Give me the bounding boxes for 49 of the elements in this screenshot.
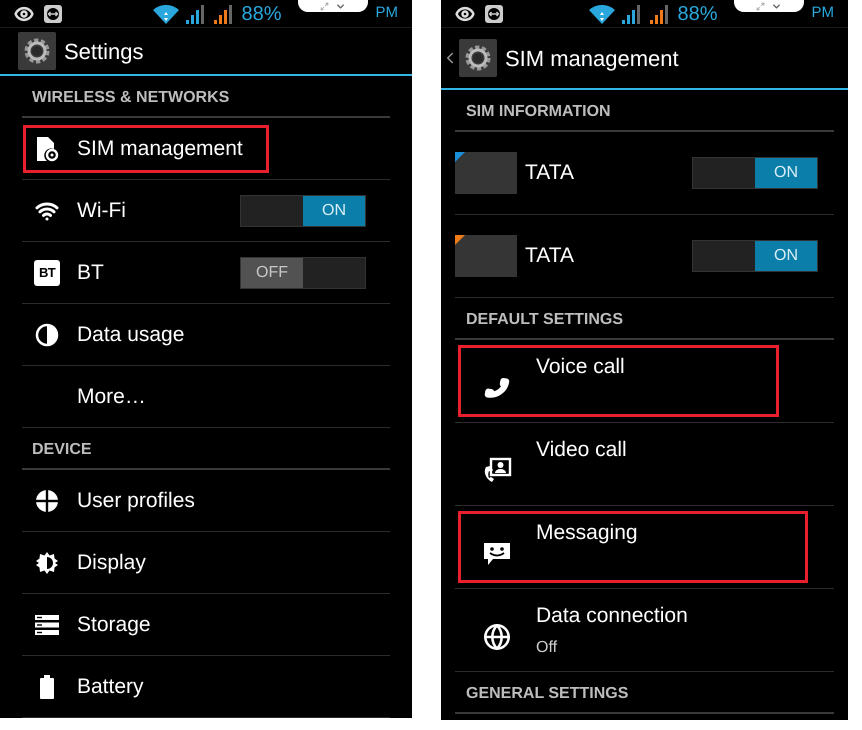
video-call-icon — [482, 457, 512, 485]
setting-summary: Off — [536, 638, 558, 658]
settings-item[interactable]: More… — [20, 370, 175, 424]
gear-icon[interactable] — [459, 39, 497, 77]
settings-item[interactable]: Battery — [20, 660, 173, 714]
toggle-switch[interactable]: OFF — [240, 256, 366, 288]
arrows-box-icon — [44, 4, 62, 22]
smiley-message-icon — [483, 541, 511, 567]
toggle-switch[interactable]: ON — [240, 194, 366, 226]
section-header: DEFAULT SETTINGS — [466, 311, 624, 328]
sim-gear-icon — [35, 136, 59, 162]
screen-title: Settings — [64, 38, 144, 66]
battery-icon — [39, 674, 55, 698]
settings-item[interactable]: Voice call — [455, 342, 782, 420]
toggle-switch[interactable]: ON — [692, 157, 818, 189]
settings-item[interactable]: Display — [20, 536, 175, 590]
time-period: PM — [812, 3, 834, 24]
section-header: GENERAL SETTINGS — [466, 685, 628, 702]
section-header: SIM INFORMATION — [466, 103, 611, 120]
arrows-box-icon — [485, 4, 503, 22]
brightness-icon — [35, 550, 59, 574]
screen-title: SIM management — [505, 44, 679, 73]
settings-item[interactable]: SIM management — [20, 122, 272, 176]
wifi-icon — [153, 4, 180, 24]
pie-chart-icon — [35, 322, 59, 346]
expand-icon[interactable] — [320, 2, 329, 10]
settings-item[interactable]: User profiles — [20, 474, 224, 528]
settings-item[interactable]: Video call — [455, 425, 782, 503]
settings-item[interactable]: Data connection Off — [455, 591, 782, 669]
storage-icon — [35, 614, 59, 634]
toggle-switch[interactable]: ON — [692, 240, 818, 272]
settings-item[interactable]: Messaging — [455, 508, 811, 586]
settings-item[interactable]: Data usage — [20, 308, 214, 362]
sim-name: TATA — [525, 243, 574, 270]
time-period: PM — [376, 3, 398, 24]
quartered-circle-icon — [35, 488, 59, 512]
bt-icon: BT — [34, 260, 60, 286]
settings-item[interactable]: BT BT — [20, 246, 133, 300]
battery-percent: 88% — [241, 2, 282, 26]
section-header: DEVICE — [32, 441, 92, 458]
globe-icon — [483, 623, 511, 651]
settings-item[interactable]: Wi-Fi — [20, 184, 155, 238]
section-header: WIRELESS & NETWORKS — [32, 89, 230, 106]
settings-item[interactable]: Storage — [20, 598, 180, 652]
sim-name: TATA — [525, 160, 574, 186]
wifi-icon — [589, 4, 616, 24]
expand-icon[interactable] — [756, 2, 765, 10]
battery-percent: 88% — [677, 2, 718, 26]
gear-icon[interactable] — [18, 32, 56, 70]
